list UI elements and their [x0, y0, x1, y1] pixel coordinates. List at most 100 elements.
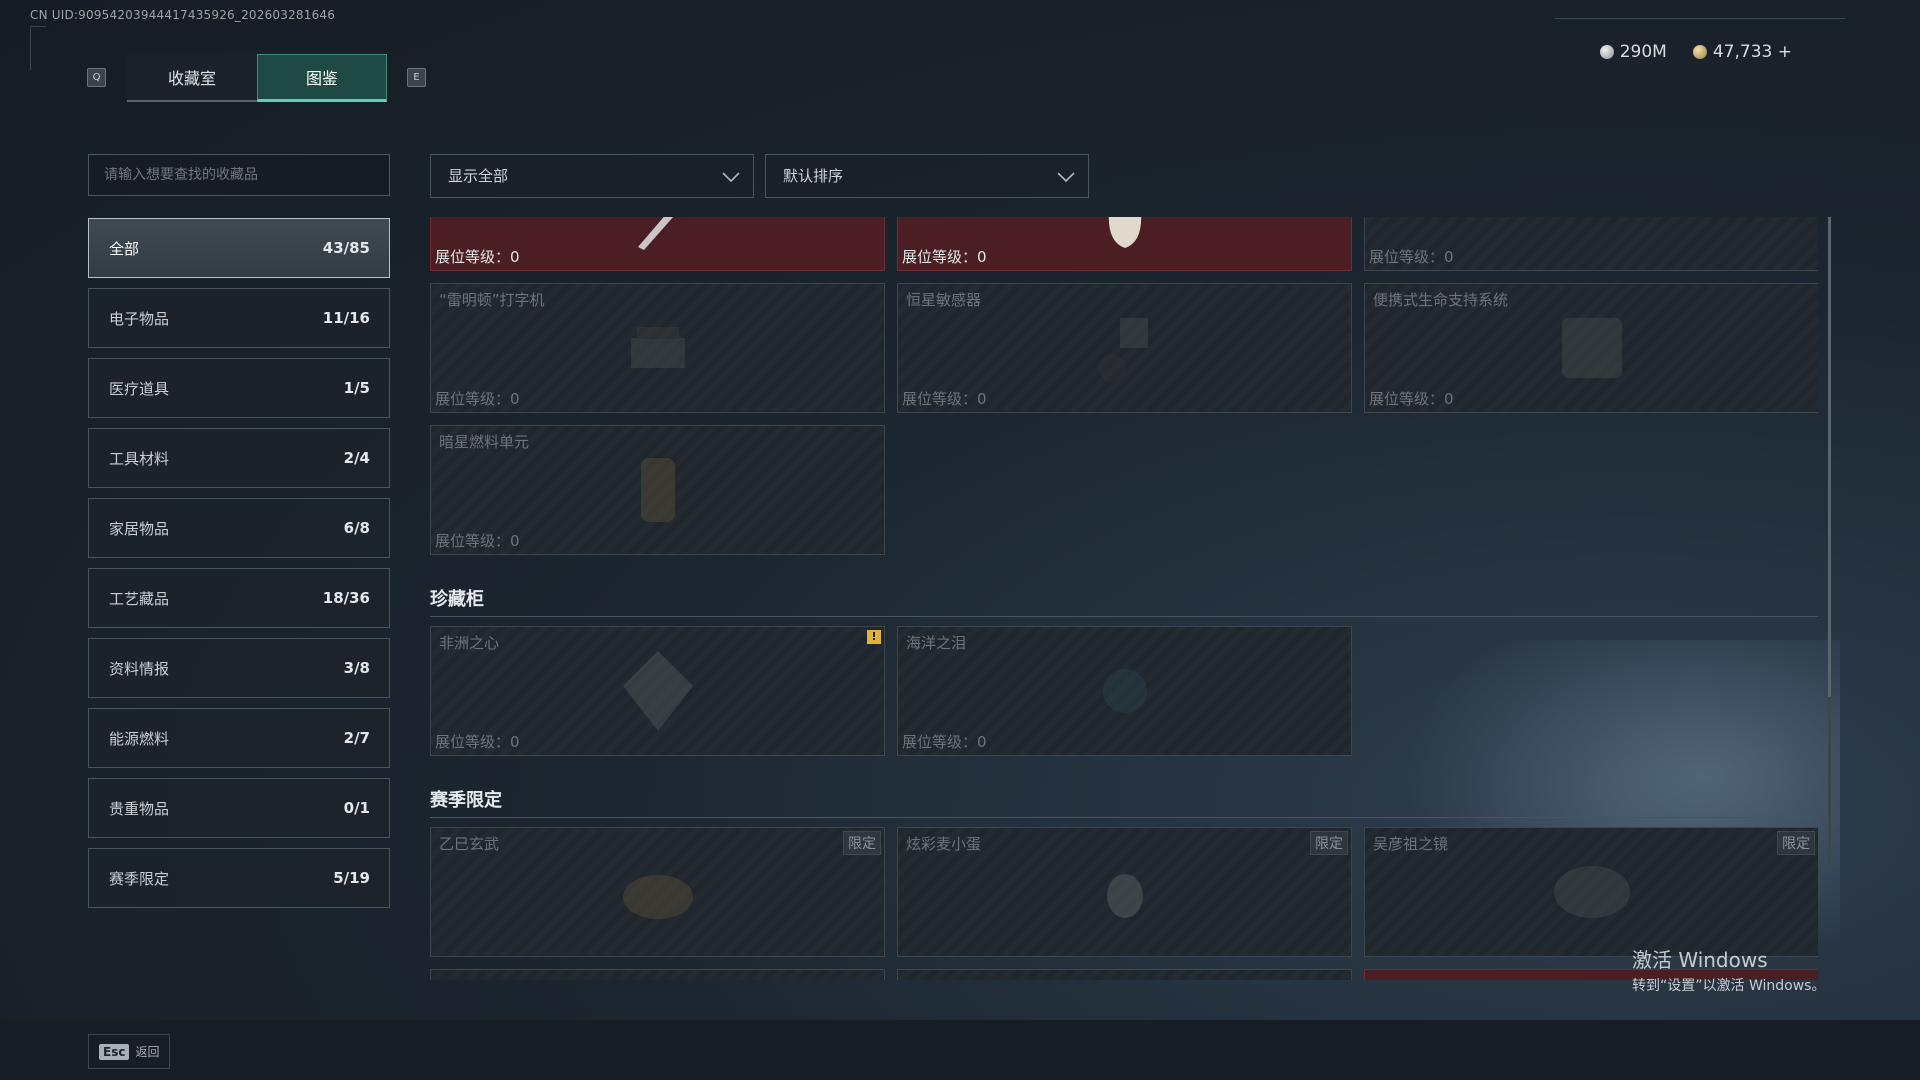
card-name: 暗星燃料单元: [439, 433, 530, 451]
sidebar-item-label: 家居物品: [109, 519, 170, 538]
mirror-icon: [1553, 866, 1630, 918]
sidebar-item-energy[interactable]: 能源燃料 2/7: [88, 708, 390, 768]
star-sensor-icon: [1097, 318, 1148, 382]
vase-icon: [1108, 217, 1141, 248]
sidebar-item-count: 1/5: [343, 379, 370, 397]
key-hint-e: E: [407, 68, 426, 87]
gold-coin-icon: [1692, 45, 1707, 59]
decor-line: [30, 26, 31, 70]
sidebar-item-count: 43/85: [322, 239, 370, 257]
search-input[interactable]: 请输入想要查找的收藏品: [88, 154, 390, 196]
collection-card[interactable]: 乙巳玄武 限定: [430, 827, 885, 957]
sidebar-item-count: 2/4: [343, 449, 370, 467]
section-divider: [430, 817, 1818, 818]
sidebar-item-all[interactable]: 全部 43/85: [88, 218, 390, 278]
sidebar-item-label: 全部: [109, 239, 140, 258]
watermark-subtitle: 转到“设置”以激活 Windows。: [1632, 978, 1826, 994]
sidebar-item-count: 2/7: [343, 729, 370, 747]
card-name: 炫彩麦小蛋: [906, 835, 982, 853]
sidebar-item-intel[interactable]: 资料情报 3/8: [88, 638, 390, 698]
sidebar-item-tools[interactable]: 工具材料 2/4: [88, 428, 390, 488]
fuel-cell-icon: [640, 458, 675, 522]
silver-coin-icon: [1599, 45, 1614, 59]
silver-amount: 290M: [1619, 42, 1667, 62]
sidebar-item-crafts[interactable]: 工艺藏品 18/36: [88, 568, 390, 628]
turtle-icon: [622, 875, 693, 919]
card-level: 展位等级：0: [435, 248, 520, 266]
collection-card[interactable]: 炫彩麦小蛋 限定: [897, 827, 1352, 957]
decor-line: [1555, 18, 1845, 19]
sidebar-item-label: 电子物品: [109, 309, 170, 328]
limited-badge: 限定: [1777, 831, 1815, 855]
windows-activation-watermark: 激活 Windows 转到“设置”以激活 Windows。: [1632, 944, 1825, 995]
chevron-down-icon: [1057, 172, 1075, 183]
sort-dropdown-value: 默认排序: [783, 167, 844, 185]
tab-catalog[interactable]: 图鉴: [257, 54, 387, 102]
watermark-title: 激活 Windows: [1632, 948, 1768, 972]
back-button[interactable]: Esc 返回: [88, 1034, 170, 1069]
card-name: 非洲之心: [439, 634, 500, 652]
esc-key-hint: Esc: [99, 1043, 130, 1060]
chevron-down-icon: [722, 172, 740, 183]
sidebar-item-count: 6/8: [343, 519, 370, 537]
footer-bar: [0, 1020, 1920, 1080]
life-support-icon: [1561, 318, 1622, 378]
category-sidebar: 全部 43/85 电子物品 11/16 医疗道具 1/5 工具材料 2/4 家居…: [88, 218, 390, 918]
card-name: 海洋之泪: [906, 634, 967, 652]
scrollbar[interactable]: [1828, 217, 1831, 862]
sidebar-item-household[interactable]: 家居物品 6/8: [88, 498, 390, 558]
sidebar-item-count: 3/8: [343, 659, 370, 677]
fountain-pen-icon: [637, 217, 673, 250]
gold-amount[interactable]: 47,733 +: [1713, 42, 1792, 62]
collection-card[interactable]: [897, 969, 1352, 980]
card-name: “雷明顿”打字机: [439, 291, 545, 309]
typewriter-icon: [630, 327, 685, 368]
section-title-season: 赛季限定: [430, 790, 502, 811]
collection-card[interactable]: 展位等级：0: [1364, 217, 1818, 271]
sidebar-item-label: 医疗道具: [109, 379, 170, 398]
sort-dropdown[interactable]: 默认排序: [765, 154, 1089, 198]
card-level: 展位等级：0: [902, 390, 987, 408]
filter-dropdown[interactable]: 显示全部: [430, 154, 754, 198]
silver-currency: 290M: [1599, 42, 1667, 62]
sidebar-item-valuables[interactable]: 贵重物品 0/1: [88, 778, 390, 838]
sidebar-item-season[interactable]: 赛季限定 5/19: [88, 848, 390, 908]
decor-line: [30, 26, 46, 27]
sidebar-item-label: 工具材料: [109, 449, 170, 468]
scrollbar-thumb[interactable]: [1828, 217, 1831, 697]
back-label: 返回: [135, 1045, 160, 1059]
collection-grid: 展位等级：0 展位等级：0 展位等级：0 “雷明顿”打字机 展位等级：0 恒星敏…: [430, 217, 1818, 980]
collection-card[interactable]: 暗星燃料单元 展位等级：0: [430, 425, 885, 555]
sidebar-item-count: 11/16: [322, 309, 370, 327]
sidebar-item-count: 0/1: [343, 799, 370, 817]
filter-dropdown-value: 显示全部: [448, 167, 509, 185]
key-hint-q: Q: [87, 68, 106, 87]
sidebar-item-medical[interactable]: 医疗道具 1/5: [88, 358, 390, 418]
collection-card[interactable]: 便携式生命支持系统 展位等级：0: [1364, 283, 1818, 413]
collection-card[interactable]: 非洲之心 ! 展位等级：0: [430, 626, 885, 756]
gold-currency[interactable]: 47,733 +: [1692, 42, 1792, 62]
collection-card[interactable]: 恒星敏感器 展位等级：0: [897, 283, 1352, 413]
card-level: 展位等级：0: [1369, 248, 1454, 266]
card-level: 展位等级：0: [435, 733, 520, 751]
collection-card[interactable]: “雷明顿”打字机 展位等级：0: [430, 283, 885, 413]
player-uid: CN UID:9095420394441743​5926_20260328164…: [30, 8, 336, 22]
collection-card[interactable]: 展位等级：0: [897, 217, 1352, 271]
sidebar-item-electronics[interactable]: 电子物品 11/16: [88, 288, 390, 348]
card-level: 展位等级：0: [435, 390, 520, 408]
card-level: 展位等级：0: [1369, 390, 1454, 408]
alert-icon: !: [867, 630, 881, 644]
currency-bar: 290M 47,733 +: [1599, 42, 1792, 62]
collection-card[interactable]: 展位等级：0: [430, 217, 885, 271]
egg-figure-icon: [1106, 874, 1143, 918]
sidebar-item-label: 工艺藏品: [109, 589, 170, 608]
sidebar-item-label: 能源燃料: [109, 729, 170, 748]
card-name: 乙巳玄武: [439, 835, 500, 853]
card-name: 恒星敏感器: [906, 291, 982, 309]
section-divider: [430, 616, 1818, 617]
collection-card[interactable]: [430, 969, 885, 980]
card-level: 展位等级：0: [902, 733, 987, 751]
tab-collection-room[interactable]: 收藏室: [127, 54, 257, 102]
collection-card[interactable]: 吴彦祖之镜 限定: [1364, 827, 1818, 957]
collection-card[interactable]: 海洋之泪 展位等级：0: [897, 626, 1352, 756]
